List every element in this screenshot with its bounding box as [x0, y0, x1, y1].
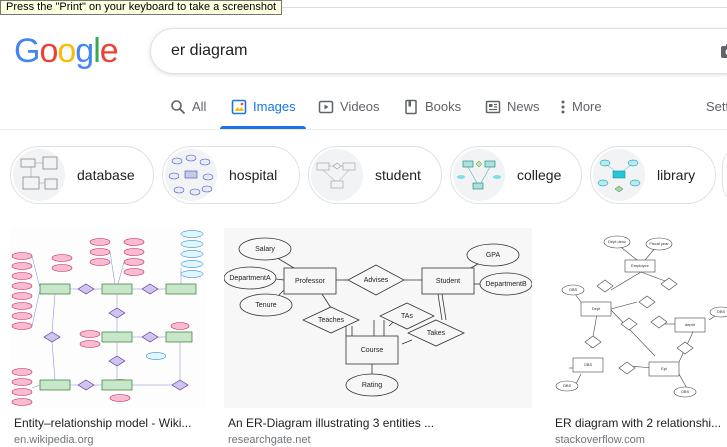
tab-all[interactable]: All [170, 96, 206, 129]
result-thumbnail[interactable]: Dept desc Fiscal year OBS OBS OBS OBS Em… [551, 228, 727, 408]
logo-letter: e [99, 32, 119, 70]
result-source[interactable]: en.wikipedia.org [14, 434, 94, 446]
svg-text:Course: Course [361, 347, 384, 354]
logo-letter: g [75, 32, 94, 70]
svg-text:OBS: OBS [681, 389, 690, 394]
vertical-dots-icon [561, 100, 565, 114]
svg-text:GPA: GPA [486, 252, 501, 259]
chip-label: college [517, 167, 562, 183]
svg-text:Advises: Advises [364, 277, 389, 284]
result-source[interactable]: stackoverflow.com [555, 434, 645, 446]
tab-news[interactable]: News [485, 96, 540, 129]
chip-college[interactable]: college [450, 146, 582, 204]
result-title[interactable]: Entity–relationship model - Wiki... [14, 416, 206, 430]
svg-text:Fiscal year: Fiscal year [649, 241, 669, 246]
svg-text:Tenure: Tenure [255, 302, 277, 309]
svg-text:Student: Student [436, 278, 460, 285]
image-result[interactable]: Salary DepartmentA Tenure GPA Department… [224, 228, 532, 447]
svg-text:Takes: Takes [427, 330, 446, 337]
tabs-divider [0, 129, 727, 130]
image-icon [231, 99, 247, 115]
image-result[interactable]: Entity–relationship model - Wiki... en.w… [10, 228, 206, 447]
result-title[interactable]: An ER-Diagram illustrating 3 entities ..… [228, 416, 532, 430]
svg-text:OBS: OBS [584, 362, 593, 367]
er-diagram-labels: Salary DepartmentA Tenure GPA Department… [229, 246, 527, 389]
svg-text:Rating: Rating [362, 382, 382, 389]
google-images-page: { "tooltip": "Press the \"Print\" on you… [0, 0, 727, 447]
result-thumbnail[interactable] [10, 228, 206, 408]
tab-settings[interactable]: Setti [706, 96, 727, 129]
chip-label: library [657, 167, 696, 183]
chip-thumbnail [593, 149, 645, 201]
svg-text:Employee: Employee [631, 263, 650, 268]
er-diagram-image [10, 228, 206, 408]
chip-thumbnail [453, 149, 505, 201]
chip-partial[interactable] [722, 146, 727, 204]
tab-label: All [192, 99, 207, 114]
tab-label: Setti [706, 99, 727, 114]
logo-letter: o [57, 32, 76, 70]
result-thumbnail[interactable]: Salary DepartmentA Tenure GPA Department… [224, 228, 532, 408]
svg-text:Dept desc: Dept desc [608, 239, 626, 244]
book-icon [405, 99, 417, 115]
search-box[interactable]: er diagram [150, 28, 727, 74]
result-source[interactable]: researchgate.net [228, 434, 311, 446]
chip-thumbnail [13, 149, 65, 201]
tab-label: More [572, 99, 602, 114]
tab-books[interactable]: Books [403, 96, 461, 129]
svg-text:OBS: OBS [717, 309, 726, 314]
svg-text:OBS: OBS [563, 383, 572, 388]
play-icon [318, 100, 334, 114]
tab-label: Videos [340, 99, 380, 114]
tab-images[interactable]: Images [231, 96, 296, 129]
camera-icon[interactable] [719, 41, 727, 61]
search-tabs: All Images Videos Books News More Setti [0, 96, 727, 129]
chip-library[interactable]: library [590, 146, 716, 204]
tab-videos[interactable]: Videos [318, 96, 380, 129]
search-input[interactable]: er diagram [171, 42, 247, 60]
svg-text:DepartmentB: DepartmentB [485, 281, 527, 288]
screenshot-tooltip: Press the "Print" on your keyboard to ta… [0, 0, 283, 15]
tab-label: News [507, 99, 540, 114]
tab-label: Books [425, 99, 462, 114]
image-result[interactable]: Dept desc Fiscal year OBS OBS OBS OBS Em… [551, 228, 727, 447]
tab-label: Images [253, 99, 296, 114]
svg-text:Epi: Epi [661, 366, 667, 371]
chip-thumbnail [165, 149, 217, 201]
google-logo[interactable]: G o o g l e [14, 32, 119, 72]
svg-text:dept#: dept# [685, 322, 696, 327]
svg-text:DepartmentA: DepartmentA [229, 275, 271, 282]
result-title[interactable]: ER diagram with 2 relationshi... [555, 416, 727, 430]
logo-letter: G [14, 32, 40, 70]
er-diagram-labels: Dept desc Fiscal year OBS OBS OBS OBS Em… [563, 239, 726, 394]
svg-text:Dept: Dept [592, 306, 601, 311]
tab-more[interactable]: More [558, 96, 602, 129]
newspaper-icon [485, 100, 501, 114]
chip-label: database [77, 167, 135, 183]
svg-text:Teaches: Teaches [318, 317, 345, 324]
svg-text:Professor: Professor [295, 278, 326, 285]
logo-letter: o [39, 32, 58, 70]
svg-text:OBS: OBS [569, 287, 578, 292]
chip-label: student [375, 167, 421, 183]
svg-text:TAs: TAs [401, 313, 413, 320]
chip-thumbnail [311, 149, 363, 201]
svg-text:Salary: Salary [255, 246, 275, 253]
chip-label: hospital [229, 167, 278, 183]
search-icon [171, 100, 186, 115]
chip-student[interactable]: student [308, 146, 442, 204]
chip-hospital[interactable]: hospital [162, 146, 300, 204]
chip-database[interactable]: database [10, 146, 154, 204]
